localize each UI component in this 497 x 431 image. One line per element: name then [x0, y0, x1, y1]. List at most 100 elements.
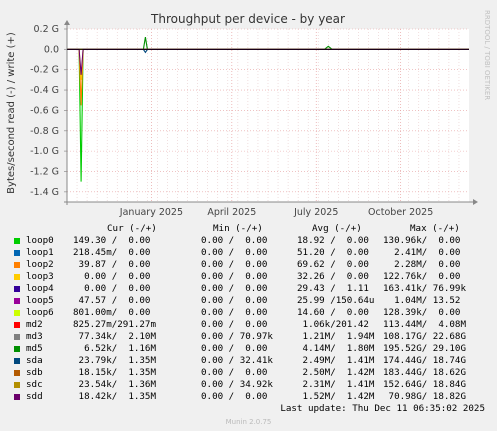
legend-avg: 69.62 / 0.00: [297, 259, 369, 270]
legend-max: 2.41M/ 0.00: [383, 247, 461, 258]
legend-swatch: [14, 394, 20, 400]
legend-cur: 47.57 / 0.00: [73, 295, 151, 306]
legend-row: md2 825.27m/291.27m 0.00 / 0.00 1.06k/201.…: [0, 319, 497, 331]
legend-name: loop2: [26, 259, 54, 270]
legend-max: 183.44G/ 18.62G: [383, 367, 466, 378]
legend-min: 0.00 / 32.41k: [201, 355, 273, 366]
legend-cur: 23.54k/ 1.36M: [73, 379, 156, 390]
legend-row: loop4 0.00 / 0.00 0.00 / 0.00 29.43 / 1.11…: [0, 283, 497, 295]
legend-row: md3 77.34k/ 2.10M 0.00 / 70.97k 1.21M/ 1.…: [0, 331, 497, 343]
legend-row: loop2 39.87 / 0.00 0.00 / 0.00 69.62 / 0.0…: [0, 259, 497, 271]
legend-min: 0.00 / 0.00: [201, 283, 268, 294]
legend-avg: 2.49M/ 1.41M: [297, 355, 375, 366]
legend-max: 70.98G/ 18.82G: [383, 391, 466, 402]
legend-max: 2.28M/ 0.00: [383, 259, 461, 270]
legend-row: loop5 47.57 / 0.00 0.00 / 0.00 25.99 /150.…: [0, 295, 497, 307]
legend-min: 0.00 / 0.00: [201, 307, 268, 318]
legend-max: 128.39k/ 0.00: [383, 307, 461, 318]
legend-avg: 14.60 / 0.00: [297, 307, 369, 318]
legend-row: sda 23.79k/ 1.35M 0.00 / 32.41k 2.49M/ 1.…: [0, 355, 497, 367]
legend-row: loop1 218.45m/ 0.00 0.00 / 0.00 51.20 / 0.0…: [0, 247, 497, 259]
legend-cur: 0.00 / 0.00: [73, 271, 151, 282]
legend-min: 0.00 / 0.00: [201, 259, 268, 270]
legend-swatch: [14, 298, 20, 304]
legend-header-min: Min (-/+): [213, 223, 263, 234]
legend-name: md2: [26, 319, 43, 330]
legend-swatch: [14, 250, 20, 256]
legend-swatch: [14, 262, 20, 268]
legend-max: 130.96k/ 0.00: [383, 235, 461, 246]
legend-avg: 29.43 / 1.11: [297, 283, 369, 294]
legend-max: 195.52G/ 29.10G: [383, 343, 466, 354]
legend-swatch: [14, 238, 20, 244]
legend-avg: 2.50M/ 1.42M: [297, 367, 375, 378]
legend-cur: 149.30 / 0.00: [73, 235, 151, 246]
legend-max: 122.76k/ 0.00: [383, 271, 461, 282]
legend-min: 0.00 / 0.00: [201, 343, 268, 354]
legend-swatch: [14, 274, 20, 280]
legend-name: sda: [26, 355, 43, 366]
legend-cur: 18.42k/ 1.35M: [73, 391, 156, 402]
legend-row: loop3 0.00 / 0.00 0.00 / 0.00 32.26 / 0.00…: [0, 271, 497, 283]
legend-max: 174.44G/ 18.74G: [383, 355, 466, 366]
munin-version: Munin 2.0.75: [225, 418, 272, 426]
legend-row: loop0 149.30 / 0.00 0.00 / 0.00 18.92 / 0.0…: [0, 235, 497, 247]
legend-swatch: [14, 322, 20, 328]
legend-max: 113.44M/ 4.08M: [383, 319, 466, 330]
legend-header-avg: Avg (-/+): [312, 223, 362, 234]
legend-row: sdb 18.15k/ 1.35M 0.00 / 0.00 2.50M/ 1.42…: [0, 367, 497, 379]
legend-name: loop5: [26, 295, 54, 306]
legend-cur: 18.15k/ 1.35M: [73, 367, 156, 378]
legend-avg: 1.06k/201.42: [297, 319, 369, 330]
legend-max: 152.64G/ 18.84G: [383, 379, 466, 390]
legend-row: sdc 23.54k/ 1.36M 0.00 / 34.92k 2.31M/ 1.…: [0, 379, 497, 391]
legend-cur: 6.52k/ 1.16M: [73, 343, 156, 354]
legend-name: loop1: [26, 247, 54, 258]
legend-name: sdd: [26, 391, 43, 402]
legend-avg: 51.20 / 0.00: [297, 247, 369, 258]
legend-swatch: [14, 382, 20, 388]
legend-min: 0.00 / 0.00: [201, 391, 268, 402]
legend-swatch: [14, 286, 20, 292]
legend-header-cur: Cur (-/+): [107, 223, 157, 234]
legend-min: 0.00 / 34.92k: [201, 379, 273, 390]
legend-max: 163.41k/ 76.99k: [383, 283, 466, 294]
legend-avg: 25.99 /150.64u: [297, 295, 375, 306]
legend-cur: 801.00m/ 0.00: [73, 307, 151, 318]
legend-avg: 1.52M/ 1.42M: [297, 391, 375, 402]
legend-swatch: [14, 370, 20, 376]
legend-max: 1.04M/ 13.52: [383, 295, 461, 306]
legend-min: 0.00 / 0.00: [201, 247, 268, 258]
legend-min: 0.00 / 0.00: [201, 235, 268, 246]
legend-name: sdc: [26, 379, 43, 390]
legend-name: md3: [26, 331, 43, 342]
legend-name: loop3: [26, 271, 54, 282]
legend-swatch: [14, 346, 20, 352]
legend-cur: 77.34k/ 2.10M: [73, 331, 156, 342]
legend-row: loop6 801.00m/ 0.00 0.00 / 0.00 14.60 / 0.0…: [0, 307, 497, 319]
legend-header-max: Max (-/+): [410, 223, 460, 234]
legend-avg: 18.92 / 0.00: [297, 235, 369, 246]
legend-swatch: [14, 310, 20, 316]
legend-min: 0.00 / 0.00: [201, 319, 268, 330]
legend-min: 0.00 / 0.00: [201, 271, 268, 282]
legend-swatch: [14, 358, 20, 364]
legend-avg: 1.21M/ 1.94M: [297, 331, 375, 342]
legend-row: sdd 18.42k/ 1.35M 0.00 / 0.00 1.52M/ 1.42…: [0, 391, 497, 403]
legend: Cur (-/+) Min (-/+) Avg (-/+) Max (-/+) …: [0, 0, 497, 431]
legend-cur: 218.45m/ 0.00: [73, 247, 151, 258]
legend-min: 0.00 / 70.97k: [201, 331, 273, 342]
legend-swatch: [14, 334, 20, 340]
legend-name: loop4: [26, 283, 54, 294]
legend-cur: 0.00 / 0.00: [73, 283, 151, 294]
legend-max: 108.17G/ 22.68G: [383, 331, 466, 342]
legend-avg: 2.31M/ 1.41M: [297, 379, 375, 390]
legend-name: loop0: [26, 235, 54, 246]
last-update: Last update: Thu Dec 11 06:35:02 2025: [280, 403, 485, 414]
legend-cur: 39.87 / 0.00: [73, 259, 151, 270]
legend-name: sdb: [26, 367, 43, 378]
legend-cur: 23.79k/ 1.35M: [73, 355, 156, 366]
legend-name: loop6: [26, 307, 54, 318]
legend-avg: 32.26 / 0.00: [297, 271, 369, 282]
legend-min: 0.00 / 0.00: [201, 295, 268, 306]
